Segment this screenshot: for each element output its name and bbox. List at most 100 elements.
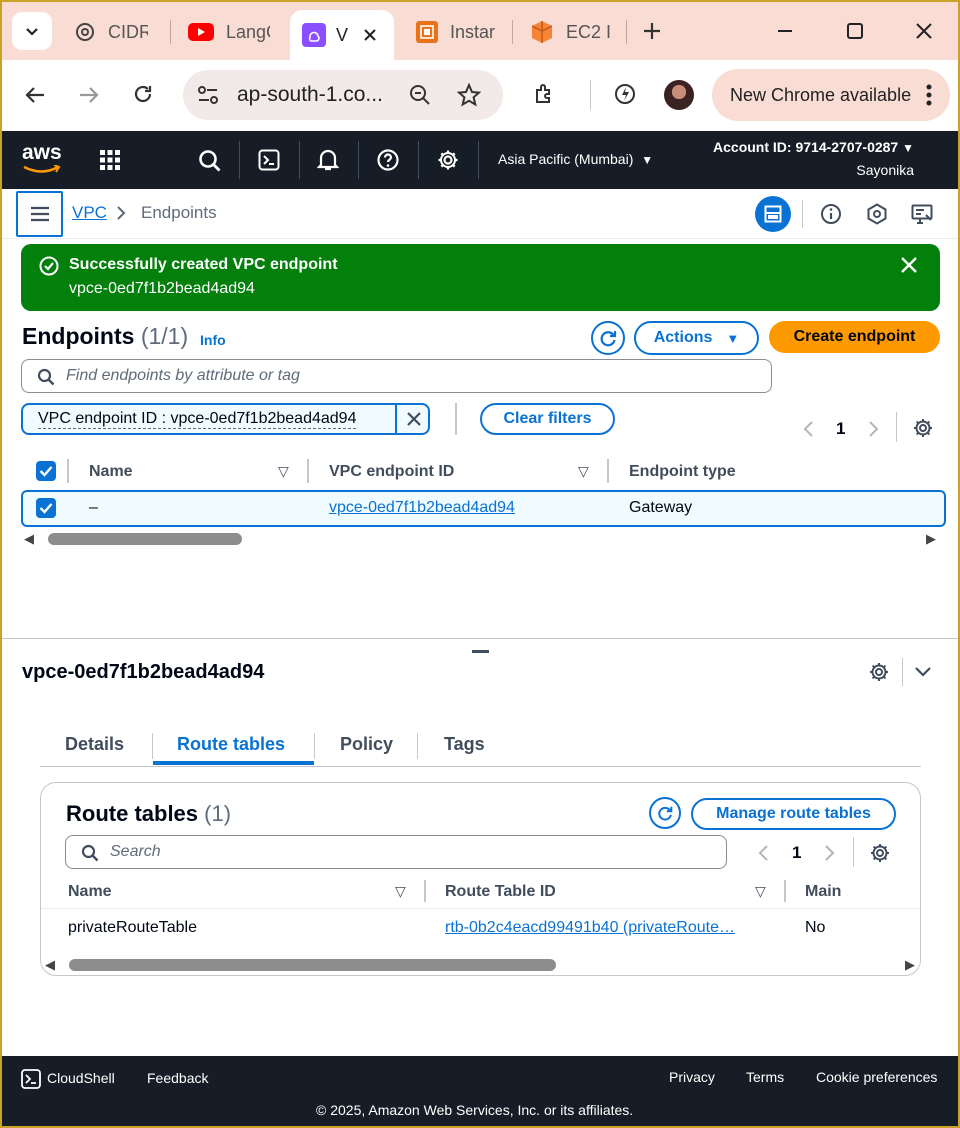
scroll-right-icon[interactable]: ▶: [905, 957, 915, 973]
zoom-icon[interactable]: [409, 84, 431, 106]
row-checkbox[interactable]: [36, 498, 56, 518]
new-chrome-available-button[interactable]: New Chrome available: [712, 69, 950, 121]
aws-service-icon: [416, 21, 438, 43]
endpoint-search-input[interactable]: Find endpoints by attribute or tag: [21, 359, 772, 393]
extensions-icon[interactable]: [533, 82, 557, 106]
reload-icon[interactable]: [132, 83, 154, 105]
settings-gear-icon[interactable]: [437, 149, 459, 171]
account-menu[interactable]: Account ID: 9714-2707-0287 ▼: [713, 139, 914, 155]
browser-tab-lang[interactable]: LangC: [188, 10, 278, 54]
tab-policy[interactable]: Policy: [340, 734, 393, 755]
scroll-left-icon[interactable]: ◀: [45, 957, 55, 973]
url-text: ap-south-1.co...: [237, 83, 383, 106]
filter-token[interactable]: VPC endpoint ID : vpce-0ed7f1b2bead4ad94: [21, 403, 430, 435]
feedback-link[interactable]: Feedback: [147, 1070, 208, 1086]
side-nav-toggle-button[interactable]: [16, 191, 63, 237]
clear-filters-button[interactable]: Clear filters: [480, 403, 615, 435]
next-page-icon[interactable]: [824, 844, 836, 862]
create-endpoint-button[interactable]: Create endpoint: [769, 321, 940, 353]
maximize-icon[interactable]: [846, 22, 864, 40]
browser-tab-vpc[interactable]: V: [290, 10, 394, 60]
scrollbar-thumb[interactable]: [48, 533, 242, 545]
back-icon[interactable]: [24, 84, 46, 106]
scroll-right-icon[interactable]: ▶: [926, 531, 936, 547]
column-header-endpoint-id[interactable]: VPC endpoint ID: [329, 463, 454, 481]
manage-route-tables-button[interactable]: Manage route tables: [691, 798, 896, 830]
refresh-icon: [600, 331, 617, 347]
column-header-endpoint-type[interactable]: Endpoint type: [629, 463, 736, 481]
site-info-icon[interactable]: [197, 85, 219, 105]
performance-icon[interactable]: [613, 82, 637, 106]
collapse-chevron-icon[interactable]: [914, 665, 932, 679]
account-id: Account ID: 9714-2707-0287: [713, 139, 899, 155]
search-placeholder: Find endpoints by attribute or tag: [66, 367, 300, 384]
info-circle-icon[interactable]: [820, 203, 842, 225]
tutorial-panel-icon[interactable]: [911, 203, 933, 225]
page-number[interactable]: 1: [792, 843, 801, 863]
bookmark-star-icon[interactable]: [457, 83, 481, 107]
browser-tab-ec2[interactable]: EC2 I: [530, 10, 620, 54]
column-header-name[interactable]: Name: [89, 463, 133, 481]
prev-page-icon[interactable]: [757, 844, 769, 862]
sort-caret-icon[interactable]: ▽: [278, 463, 289, 480]
cloudshell-icon[interactable]: [21, 1069, 41, 1089]
remove-filter-button[interactable]: [395, 405, 430, 433]
aws-logo[interactable]: aws: [22, 141, 62, 177]
route-tables-refresh-button[interactable]: [649, 797, 681, 829]
forward-icon[interactable]: [78, 84, 100, 106]
refresh-button[interactable]: [591, 321, 625, 355]
table-settings-gear-icon[interactable]: [870, 843, 890, 863]
scroll-left-icon[interactable]: ◀: [24, 531, 34, 547]
table-settings-gear-icon[interactable]: [913, 418, 933, 438]
scrollbar-thumb[interactable]: [69, 959, 556, 971]
horizontal-scrollbar[interactable]: ◀ ▶: [24, 531, 938, 547]
breadcrumb-vpc-link[interactable]: VPC: [72, 203, 107, 223]
page-number[interactable]: 1: [836, 419, 845, 439]
help-icon[interactable]: [377, 149, 399, 171]
split-panel-toggle-button[interactable]: [755, 196, 791, 232]
cloudshell-link[interactable]: CloudShell: [47, 1070, 115, 1086]
endpoint-id-link[interactable]: vpce-0ed7f1b2bead4ad94: [329, 499, 515, 517]
close-window-icon[interactable]: [915, 22, 933, 40]
notifications-bell-icon[interactable]: [317, 148, 339, 172]
sort-caret-icon[interactable]: ▽: [755, 883, 766, 900]
cloudshell-icon[interactable]: [258, 149, 280, 171]
column-header-main[interactable]: Main: [805, 883, 841, 901]
new-tab-icon[interactable]: [642, 21, 662, 41]
new-chrome-label: New Chrome available: [730, 84, 912, 105]
avatar[interactable]: [664, 80, 694, 110]
actions-button[interactable]: Actions ▼: [634, 321, 759, 355]
split-panel-resize-handle[interactable]: [472, 650, 489, 653]
next-page-icon[interactable]: [868, 420, 880, 438]
sort-caret-icon[interactable]: ▽: [578, 463, 589, 480]
search-icon[interactable]: [198, 149, 222, 173]
browser-tab-instances[interactable]: Instar: [416, 10, 508, 54]
tab-route-tables[interactable]: Route tables: [177, 734, 285, 755]
tab-tags[interactable]: Tags: [444, 734, 485, 755]
sort-caret-icon[interactable]: ▽: [395, 883, 406, 900]
services-grid-icon[interactable]: [99, 149, 121, 171]
info-link[interactable]: Info: [200, 332, 226, 348]
page-title: Endpoints (1/1): [22, 323, 188, 350]
privacy-link[interactable]: Privacy: [669, 1069, 715, 1085]
address-bar[interactable]: ap-south-1.co...: [183, 70, 503, 120]
horizontal-scrollbar[interactable]: ◀ ▶: [45, 957, 917, 973]
close-icon[interactable]: [900, 256, 918, 274]
tab-search-button[interactable]: [12, 12, 52, 50]
more-vert-icon[interactable]: [926, 84, 932, 106]
tab-details[interactable]: Details: [65, 734, 124, 755]
route-table-id-link[interactable]: rtb-0b2c4eacd99491b40 (privateRoute…: [445, 919, 735, 937]
column-header-route-table-id[interactable]: Route Table ID: [445, 883, 556, 901]
route-tables-search-input[interactable]: Search: [65, 835, 727, 869]
terms-link[interactable]: Terms: [746, 1069, 784, 1085]
cookie-preferences-link[interactable]: Cookie preferences: [816, 1069, 937, 1085]
prev-page-icon[interactable]: [802, 420, 814, 438]
close-tab-icon[interactable]: [362, 27, 378, 43]
column-header-name[interactable]: Name: [68, 883, 112, 901]
minimize-icon[interactable]: [776, 22, 794, 40]
region-selector[interactable]: Asia Pacific (Mumbai) ▼: [498, 151, 653, 167]
shield-settings-icon[interactable]: [866, 203, 888, 225]
select-all-checkbox[interactable]: [36, 461, 56, 481]
browser-tab-cidr[interactable]: CIDR: [74, 10, 164, 54]
split-panel-settings-gear-icon[interactable]: [869, 662, 889, 682]
